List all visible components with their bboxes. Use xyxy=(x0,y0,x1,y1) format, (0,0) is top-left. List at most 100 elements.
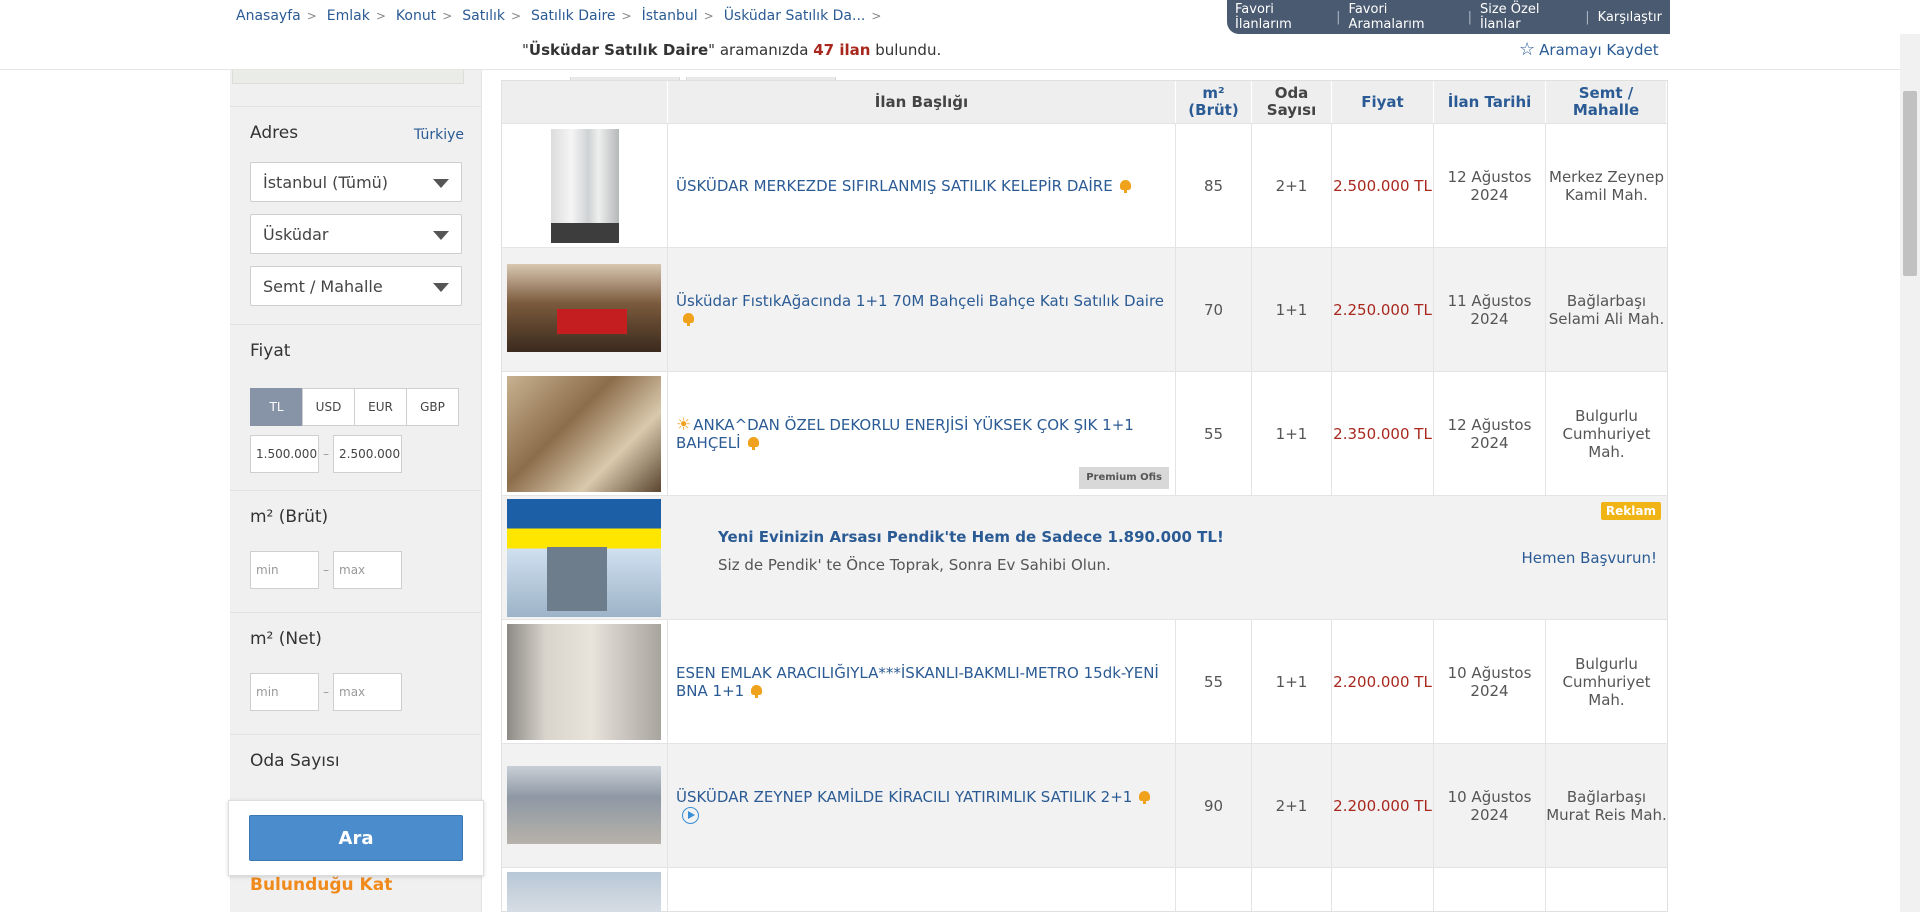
ad-banner-image[interactable] xyxy=(507,499,661,617)
price-max-input[interactable]: 2.500.000 xyxy=(333,435,402,473)
listing-title[interactable]: ESEN EMLAK ARACILIĞIYLA***İSKANLI-BAKMLI… xyxy=(676,664,1159,700)
listing-title-cell[interactable]: ☀ ANKA^DAN ÖZEL DEKORLU ENERJİSİ YÜKSEK Ç… xyxy=(668,372,1176,495)
nav-special-listings[interactable]: Size Özel İlanlar xyxy=(1472,2,1585,32)
listing-rooms: 1+1 xyxy=(1252,372,1332,495)
listing-title[interactable]: ANKA^DAN ÖZEL DEKORLU ENERJİSİ YÜKSEK ÇO… xyxy=(676,416,1134,452)
listing-title[interactable]: Üsküdar FıstıkAğacında 1+1 70M Bahçeli B… xyxy=(676,292,1164,310)
save-search-label: Aramayı Kaydet xyxy=(1539,40,1659,59)
header-date[interactable]: İlan Tarihi xyxy=(1434,81,1546,123)
table-row[interactable]: ÜSKÜDAR MERKEZDE SIFIRLANMIŞ SATILIK KEL… xyxy=(502,123,1667,247)
breadcrumb-item-home[interactable]: Anasayfa > xyxy=(236,8,317,24)
ad-apply-link[interactable]: Hemen Başvurun! xyxy=(1522,549,1658,567)
gross-area-min-input[interactable]: min xyxy=(250,551,319,589)
listing-image-cell[interactable] xyxy=(502,868,668,912)
listing-date: 10 Ağustos 2024 xyxy=(1434,744,1546,867)
district-select[interactable]: Üsküdar xyxy=(250,214,462,254)
neighborhood-select[interactable]: Semt / Mahalle xyxy=(250,266,462,306)
breadcrumb-label: Üsküdar Satılık Da... xyxy=(723,8,866,24)
currency-eur-button[interactable]: EUR xyxy=(354,388,407,426)
city-select[interactable]: İstanbul (Tümü) xyxy=(250,162,462,202)
listing-m2 xyxy=(1176,868,1252,911)
header-location[interactable]: Semt / Mahalle xyxy=(1546,81,1667,123)
breadcrumb: Anasayfa > Emlak > Konut > Satılık > Satılık… xyxy=(236,8,891,24)
listing-image-cell[interactable] xyxy=(502,248,668,371)
currency-gbp-button[interactable]: GBP xyxy=(406,388,459,426)
listing-photo[interactable] xyxy=(507,624,661,740)
listing-rooms: 1+1 xyxy=(1252,620,1332,743)
scrollbar-thumb[interactable] xyxy=(1903,91,1917,276)
listing-photo[interactable] xyxy=(507,264,661,352)
filter-sidebar: Adres Türkiye İstanbul (Tümü) Üsküdar Se… xyxy=(230,70,482,912)
listing-price: 2.200.000 TL xyxy=(1332,620,1434,743)
listing-title[interactable]: ÜSKÜDAR MERKEZDE SIFIRLANMIŞ SATILIK KEL… xyxy=(676,177,1113,195)
price-min-input[interactable]: 1.500.000 xyxy=(250,435,319,473)
listing-rooms xyxy=(1252,868,1332,911)
net-area-min-input[interactable]: min xyxy=(250,673,319,711)
result-summary-bar: "Üsküdar Satılık Daire" aramanızda 47 il… xyxy=(0,34,1900,70)
listing-title-cell[interactable]: Üsküdar FıstıkAğacında 1+1 70M Bahçeli B… xyxy=(668,248,1176,371)
pin-icon xyxy=(750,684,763,698)
table-row[interactable]: Üsküdar FıstıkAğacında 1+1 70M Bahçeli B… xyxy=(502,247,1667,371)
gross-area-max-input[interactable]: max xyxy=(333,551,402,589)
table-row[interactable]: ESEN EMLAK ARACILIĞIYLA***İSKANLI-BAKMLI… xyxy=(502,619,1667,743)
listing-title-cell[interactable]: ÜSKÜDAR ZEYNEP KAMİLDE KİRACILI YATIRIML… xyxy=(668,744,1176,867)
ad-row[interactable]: Yeni Evinizin Arsası Pendik'te Hem de Sa… xyxy=(502,495,1667,619)
page-scrollbar[interactable] xyxy=(1900,34,1920,912)
search-button[interactable]: Ara xyxy=(249,815,463,861)
listing-photo[interactable] xyxy=(507,766,661,844)
map-preview[interactable] xyxy=(232,70,464,84)
table-row[interactable]: ☀ ANKA^DAN ÖZEL DEKORLU ENERJİSİ YÜKSEK Ç… xyxy=(502,371,1667,495)
district-select-value: Üsküdar xyxy=(263,225,329,244)
result-suffix: bulundu. xyxy=(875,41,942,59)
save-search-button[interactable]: ☆ Aramayı Kaydet xyxy=(1519,39,1659,60)
nav-favorite-searches[interactable]: Favori Aramalarım xyxy=(1341,2,1468,32)
user-nav: Favori İlanlarım | Favori Aramalarım | S… xyxy=(1227,0,1670,34)
star-icon: ☆ xyxy=(1519,39,1536,60)
breadcrumb-item-istanbul[interactable]: İstanbul > xyxy=(642,8,714,24)
listing-location: Bulgurlu Cumhuriyet Mah. xyxy=(1562,406,1651,461)
video-play-icon[interactable] xyxy=(682,806,699,824)
premium-office-badge: Premium Ofis xyxy=(1079,467,1169,489)
listing-price: 2.250.000 TL xyxy=(1332,248,1434,371)
floor-filter-title[interactable]: Bulunduğu Kat xyxy=(250,875,392,895)
price-filter: Fiyat TL USD EUR GBP 1.500.000 – 2.500.0… xyxy=(230,324,482,490)
gross-area-filter: m² (Brüt) min – max xyxy=(230,490,482,612)
listing-photo[interactable] xyxy=(507,376,661,492)
neighborhood-select-value: Semt / Mahalle xyxy=(263,277,383,296)
table-row[interactable]: ÜSKÜDAR ZEYNEP KAMİLDE KİRACILI YATIRIML… xyxy=(502,743,1667,867)
listing-title-cell[interactable]: ÜSKÜDAR MERKEZDE SIFIRLANMIŞ SATILIK KEL… xyxy=(668,124,1176,247)
header-price[interactable]: Fiyat xyxy=(1332,81,1434,123)
nav-favorite-listings[interactable]: Favori İlanlarım xyxy=(1227,2,1336,32)
ad-title[interactable]: Yeni Evinizin Arsası Pendik'te Hem de Sa… xyxy=(718,528,1224,546)
listing-image-cell[interactable] xyxy=(502,744,668,867)
header-image xyxy=(502,81,668,123)
breadcrumb-item-satilik-daire[interactable]: Satılık Daire > xyxy=(531,8,632,24)
listing-image-cell[interactable] xyxy=(502,124,668,247)
breadcrumb-item-konut[interactable]: Konut > xyxy=(396,8,452,24)
listing-m2: 85 xyxy=(1176,124,1252,247)
listing-date xyxy=(1434,868,1546,911)
table-row[interactable] xyxy=(502,867,1667,912)
listing-date: 12 Ağustos 2024 xyxy=(1434,372,1546,495)
listing-location: Bağlarbaşı Murat Reis Mah. xyxy=(1546,787,1667,824)
caret-down-icon xyxy=(433,283,449,292)
ad-image-cell[interactable] xyxy=(502,496,668,619)
listing-photo[interactable] xyxy=(507,872,661,912)
caret-down-icon xyxy=(433,179,449,188)
net-area-max-input[interactable]: max xyxy=(333,673,402,711)
header-title[interactable]: İlan Başlığı xyxy=(668,81,1176,123)
breadcrumb-item-satilik[interactable]: Satılık > xyxy=(462,8,521,24)
nav-compare[interactable]: Karşılaştır xyxy=(1590,10,1670,25)
currency-tl-button[interactable]: TL xyxy=(250,388,303,426)
breadcrumb-item-uskudar[interactable]: Üsküdar Satılık Da... > xyxy=(724,8,882,24)
listing-image-cell[interactable] xyxy=(502,372,668,495)
currency-usd-button[interactable]: USD xyxy=(302,388,355,426)
breadcrumb-item-emlak[interactable]: Emlak > xyxy=(327,8,386,24)
country-link[interactable]: Türkiye xyxy=(414,127,464,143)
listing-title-cell[interactable] xyxy=(668,868,1176,911)
listing-title-cell[interactable]: ESEN EMLAK ARACILIĞIYLA***İSKANLI-BAKMLI… xyxy=(668,620,1176,743)
listing-image-cell[interactable] xyxy=(502,620,668,743)
header-m2[interactable]: m² (Brüt) xyxy=(1176,81,1252,123)
listing-title[interactable]: ÜSKÜDAR ZEYNEP KAMİLDE KİRACILI YATIRIML… xyxy=(676,788,1132,806)
listing-photo[interactable] xyxy=(551,129,619,243)
